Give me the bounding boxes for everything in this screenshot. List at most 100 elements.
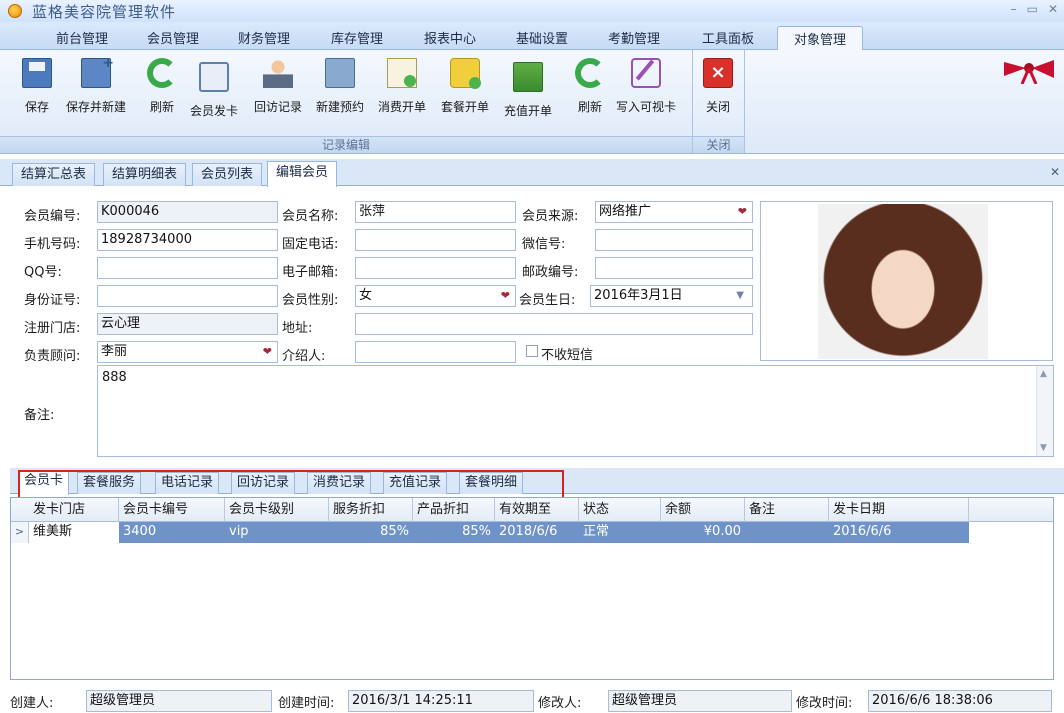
menu-tab-inventory[interactable]: 库存管理 [331,28,383,47]
close-button[interactable]: × 关闭 [703,58,733,115]
no-sms-label: 不收短信 [541,348,594,363]
tab-settlement-summary[interactable]: 结算汇总表 [12,163,96,186]
title-bar: 蓝格美容院管理软件 – ▭ ✕ [0,0,1064,22]
store-label: 注册门店: [24,321,81,336]
package-order-label: 套餐开单 [441,100,490,114]
tab-member-list[interactable]: 会员列表 [192,163,263,186]
menu-tab-reports[interactable]: 报表中心 [424,28,476,47]
window-controls: – ▭ ✕ [1011,2,1058,16]
cell-product-discount: 85% [413,522,495,543]
idcard-field[interactable] [97,285,278,307]
postcode-label: 邮政编号: [522,265,579,280]
menu-tab-members[interactable]: 会员管理 [147,28,199,47]
tab-settlement-detail[interactable]: 结算明细表 [103,163,187,186]
birthday-picker[interactable]: 2016年3月1日 ▼ [590,285,753,307]
member-card-icon [199,62,229,92]
modified-time-label: 修改时间: [796,696,853,711]
phone-field[interactable]: 18928734000 [97,229,278,251]
save-and-new-button[interactable]: 保存并新建 [66,55,127,115]
menu-tab-settings[interactable]: 基础设置 [516,28,568,47]
column-header[interactable]: 状态 [579,498,661,522]
refresh-icon [147,58,177,88]
member-photo-frame[interactable] [760,201,1053,361]
column-header[interactable]: 余额 [661,498,745,522]
scroll-up-icon[interactable]: ▲ [1040,369,1047,379]
write-visual-card-button[interactable]: 写入可视卡 [616,58,676,115]
wechat-field[interactable] [595,229,753,251]
visit-record-button[interactable]: 回访记录 [254,58,302,115]
save-new-icon [81,55,114,88]
column-header[interactable]: 有效期至 [495,498,579,522]
email-field[interactable] [355,257,516,279]
maximize-button[interactable]: ▭ [1027,2,1038,16]
refresh-icon [575,58,605,88]
minimize-button[interactable]: – [1011,2,1017,16]
recharge-order-button[interactable]: 充值开单 [504,58,552,119]
package-order-button[interactable]: 套餐开单 [441,58,489,115]
column-header[interactable]: 会员卡级别 [225,498,329,522]
member-name-field[interactable]: 张萍 [355,201,516,223]
referrer-field[interactable] [355,341,516,363]
cell-card-no: 3400 [119,522,225,543]
scroll-down-icon[interactable]: ▼ [1040,443,1047,453]
menu-tab-attendance[interactable]: 考勤管理 [608,28,660,47]
cell-store: 维美斯 [33,524,73,539]
menu-tab-frontdesk[interactable]: 前台管理 [56,28,108,47]
refresh-label-2: 刷新 [577,100,602,114]
column-header[interactable]: 备注 [745,498,829,522]
no-sms-checkbox[interactable] [526,345,538,357]
column-header[interactable]: 会员卡编号 [119,498,225,522]
advisor-select[interactable]: 李丽 ❤ [97,341,278,363]
tel-field[interactable] [355,229,516,251]
column-header[interactable]: 服务折扣 [329,498,413,522]
save-icon [22,58,52,88]
creator-field: 超级管理员 [86,690,272,712]
notes-scrollbar[interactable]: ▲ ▼ [1036,366,1053,456]
cell-expiry: 2018/6/6 [495,522,579,543]
gender-label: 会员性别: [282,293,339,308]
column-header[interactable]: 发卡门店 [29,498,119,522]
cell-card-level: vip [225,522,329,543]
appointment-icon [325,58,355,88]
app-title: 蓝格美容院管理软件 [32,2,177,21]
table-row[interactable]: 维美斯 3400 vip 85% 85% 2018/6/6 正常 ¥0.00 2… [11,522,969,543]
member-no-field[interactable]: K000046 [97,201,278,223]
store-field[interactable]: 云心理 [97,313,278,335]
ribbon-toolbar: 保存 保存并新建 刷新 会员发卡 回访记录 新建预约 消费开单 套餐开单 [0,50,1064,154]
consume-order-button[interactable]: 消费开单 [378,58,426,115]
save-and-new-label: 保存并新建 [66,100,127,114]
recharge-icon [513,62,543,92]
address-field[interactable] [355,313,753,335]
refresh-button[interactable]: 刷新 [147,58,177,115]
gender-select[interactable]: 女 ❤ [355,285,516,307]
close-tab-icon[interactable]: ✕ [1050,165,1060,179]
close-icon: × [703,58,733,88]
menu-tab-finance[interactable]: 财务管理 [238,28,290,47]
qq-field[interactable] [97,257,278,279]
email-label: 电子邮箱: [282,265,339,280]
ribbon-group-close: × 关闭 关闭 [693,50,745,153]
save-button[interactable]: 保存 [22,58,52,115]
refresh-button-2[interactable]: 刷新 [575,58,605,115]
creator-label: 创建人: [10,696,54,711]
source-select[interactable]: 网络推广 ❤ [595,201,753,223]
new-appointment-button[interactable]: 新建预约 [316,58,364,115]
member-photo [818,204,988,359]
member-card-button[interactable]: 会员发卡 [190,58,238,119]
notes-textarea[interactable]: 888 ▲ ▼ [97,365,1054,457]
package-order-icon [450,58,481,89]
menu-tab-tools[interactable]: 工具面板 [702,28,754,47]
write-card-icon [631,58,661,88]
advisor-value: 李丽 [101,344,128,359]
postcode-field[interactable] [595,257,753,279]
birthday-label: 会员生日: [519,293,576,308]
main-menu: 前台管理 会员管理 财务管理 库存管理 报表中心 基础设置 考勤管理 工具面板 … [0,22,1064,54]
document-tabs: 结算汇总表 结算明细表 会员列表 编辑会员 ✕ [0,159,1064,187]
app-logo-icon [8,4,22,18]
tab-edit-member[interactable]: 编辑会员 [267,161,338,187]
dropdown-icon: ❤ [737,205,747,218]
column-header[interactable]: 发卡日期 [829,498,969,522]
recharge-order-label: 充值开单 [504,104,553,118]
column-header[interactable]: 产品折扣 [413,498,495,522]
close-window-button[interactable]: ✕ [1048,2,1058,16]
